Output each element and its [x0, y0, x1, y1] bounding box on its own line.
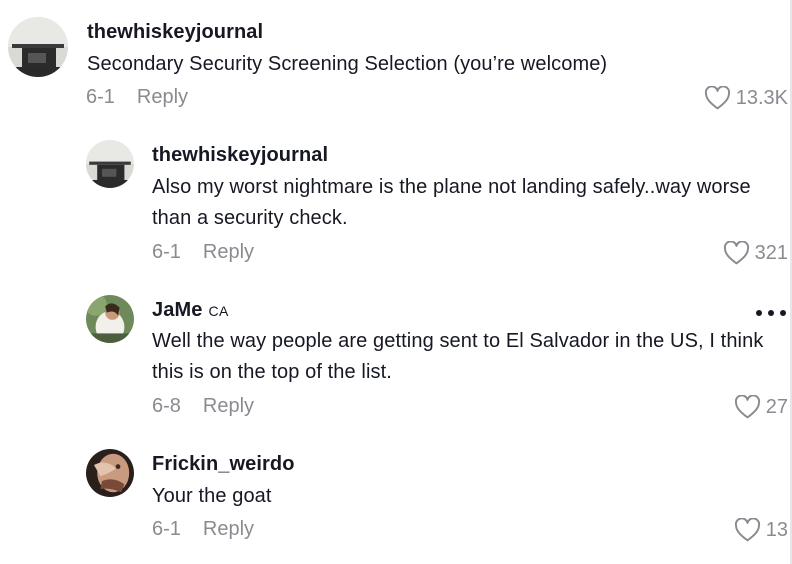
- comment-date: 6-1: [152, 518, 181, 540]
- comment-meta: 6-8 Reply: [152, 395, 254, 418]
- comment-date: 6-1: [152, 241, 181, 263]
- comment-meta: 6-1 Reply: [152, 518, 254, 541]
- comment-username[interactable]: Frickin_weirdo: [152, 453, 295, 476]
- username-text: thewhiskeyjournal: [87, 21, 264, 43]
- avatar-image: [86, 140, 134, 188]
- like-count: 13: [765, 518, 788, 541]
- reply-button[interactable]: Reply: [137, 86, 188, 108]
- comment-text: Also my worst nightmare is the plane not…: [152, 176, 751, 229]
- comment-text: Your the goat: [152, 485, 272, 507]
- like-count: 13.3K: [735, 86, 788, 109]
- comment-username[interactable]: JaMe CA: [152, 299, 229, 322]
- like-button[interactable]: 13.3K: [704, 86, 788, 110]
- comment-meta: 6-1 Reply: [86, 86, 188, 109]
- heart-outline-icon: [734, 518, 760, 542]
- like-button[interactable]: 321: [723, 241, 788, 265]
- like-button[interactable]: 13: [734, 518, 788, 542]
- username-text: thewhiskeyjournal: [152, 144, 329, 166]
- avatar[interactable]: [86, 140, 134, 188]
- avatar-image: [86, 449, 134, 497]
- avatar[interactable]: [86, 449, 134, 497]
- heart-outline-icon: [734, 395, 760, 419]
- avatar-image: [8, 17, 68, 77]
- reply-button[interactable]: Reply: [203, 518, 254, 540]
- reply-button[interactable]: Reply: [203, 241, 254, 263]
- region-badge: CA: [208, 303, 229, 319]
- like-count: 27: [765, 395, 788, 418]
- avatar[interactable]: [8, 17, 68, 77]
- heart-outline-icon: [723, 241, 749, 265]
- comment-date: 6-8: [152, 395, 181, 417]
- comments-panel: thewhiskeyjournal Secondary Security Scr…: [0, 0, 792, 564]
- comment-text: Well the way people are getting sent to …: [152, 330, 764, 383]
- username-text: JaMe: [152, 299, 203, 321]
- comment-meta: 6-1 Reply: [152, 241, 254, 264]
- comment-username[interactable]: thewhiskeyjournal: [152, 144, 328, 167]
- username-text: Frickin_weirdo: [152, 453, 295, 475]
- like-count: 321: [754, 241, 788, 264]
- avatar[interactable]: [86, 295, 134, 343]
- more-options-icon[interactable]: [756, 309, 786, 317]
- like-button[interactable]: 27: [734, 395, 788, 419]
- comment-date: 6-1: [86, 86, 115, 108]
- comment-username[interactable]: thewhiskeyjournal: [87, 21, 263, 44]
- avatar-image: [86, 295, 134, 343]
- heart-outline-icon: [704, 86, 730, 110]
- comment-text: Secondary Security Screening Selection (…: [87, 53, 608, 75]
- reply-button[interactable]: Reply: [203, 395, 254, 417]
